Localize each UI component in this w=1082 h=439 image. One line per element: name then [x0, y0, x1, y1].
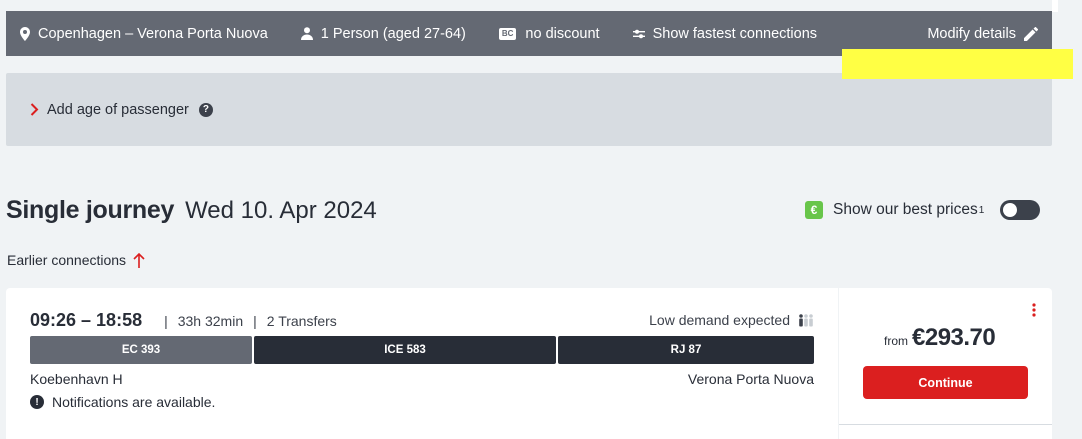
- separator: |: [164, 313, 168, 329]
- journey-segments: EC 393 ICE 583 RJ 87: [30, 336, 814, 364]
- sliders-icon: [632, 29, 645, 38]
- alert-icon: !: [30, 395, 44, 409]
- toggle-knob: [1003, 203, 1018, 217]
- segment-rj-87[interactable]: RJ 87: [558, 336, 814, 364]
- bahncard-icon: BC: [498, 27, 517, 40]
- occupancy-icon: [799, 313, 813, 326]
- add-age-of-passenger-toggle[interactable]: Add age of passenger ?: [6, 73, 1052, 146]
- divider: [839, 424, 1052, 425]
- separator: |: [253, 313, 257, 329]
- origin-station: Koebenhavn H: [30, 371, 123, 387]
- best-prices-toggle[interactable]: [1000, 200, 1041, 220]
- demand-indicator: Low demand expected: [649, 312, 814, 328]
- journey-heading: Single journey Wed 10. Apr 2024: [6, 196, 377, 225]
- segment-ec-393[interactable]: EC 393: [30, 336, 252, 364]
- price-prefix: from: [884, 334, 908, 348]
- top-edge: [1052, 0, 1058, 12]
- best-prices-footnote: 1: [978, 204, 985, 216]
- discount-text: no discount: [525, 25, 600, 42]
- price-panel: from €293.70 Continue: [839, 288, 1052, 439]
- best-prices-label: Show our best prices: [833, 201, 978, 218]
- highlight-marker: [842, 49, 1073, 79]
- help-icon[interactable]: ?: [198, 102, 213, 117]
- notification-text: Notifications are available.: [52, 394, 216, 410]
- destination-station: Verona Porta Nuova: [687, 371, 814, 387]
- add-age-label: Add age of passenger: [47, 101, 189, 118]
- route-summary: Copenhagen – Verona Porta Nuova: [20, 26, 268, 42]
- modify-details-label: Modify details: [927, 25, 1016, 42]
- journey-date: Wed 10. Apr 2024: [185, 197, 377, 224]
- route-text: Copenhagen – Verona Porta Nuova: [38, 25, 268, 42]
- duration: 33h 32min: [177, 313, 244, 329]
- best-prices-control: € Show our best prices 1: [805, 200, 1041, 220]
- departure-arrival-times: 09:26 – 18:58: [30, 310, 143, 330]
- person-icon: [300, 27, 313, 40]
- transfers: 2 Transfers: [266, 313, 337, 329]
- euro-icon: €: [805, 201, 823, 219]
- modify-details-button[interactable]: Modify details: [927, 26, 1038, 42]
- notification-notice[interactable]: ! Notifications are available.: [30, 394, 215, 410]
- arrow-up-icon: [133, 252, 145, 268]
- pencil-icon: [1024, 26, 1038, 41]
- connection-summary: 09:26 – 18:58 | 33h 32min | 2 Transfers: [30, 310, 337, 331]
- earlier-connections-link[interactable]: Earlier connections: [7, 252, 145, 268]
- passenger-summary: 1 Person (aged 27-64): [300, 25, 466, 42]
- price-display: from €293.70: [884, 324, 996, 352]
- location-pin-icon: [20, 26, 30, 41]
- connection-preference: Show fastest connections: [632, 25, 818, 42]
- continue-button[interactable]: Continue: [863, 366, 1028, 399]
- segment-ice-583[interactable]: ICE 583: [254, 336, 556, 364]
- connection-card[interactable]: 09:26 – 18:58 | 33h 32min | 2 Transfers …: [6, 288, 838, 439]
- discount-summary: BC no discount: [498, 25, 600, 42]
- journey-type: Single journey: [6, 196, 175, 224]
- price-amount: €293.70: [912, 324, 996, 351]
- chevron-right-icon: [30, 103, 39, 116]
- more-options-icon[interactable]: [1032, 303, 1036, 322]
- demand-text: Low demand expected: [649, 312, 790, 328]
- passenger-text: 1 Person (aged 27-64): [320, 25, 466, 42]
- earlier-connections-label: Earlier connections: [7, 252, 127, 268]
- connection-preference-text: Show fastest connections: [652, 25, 818, 42]
